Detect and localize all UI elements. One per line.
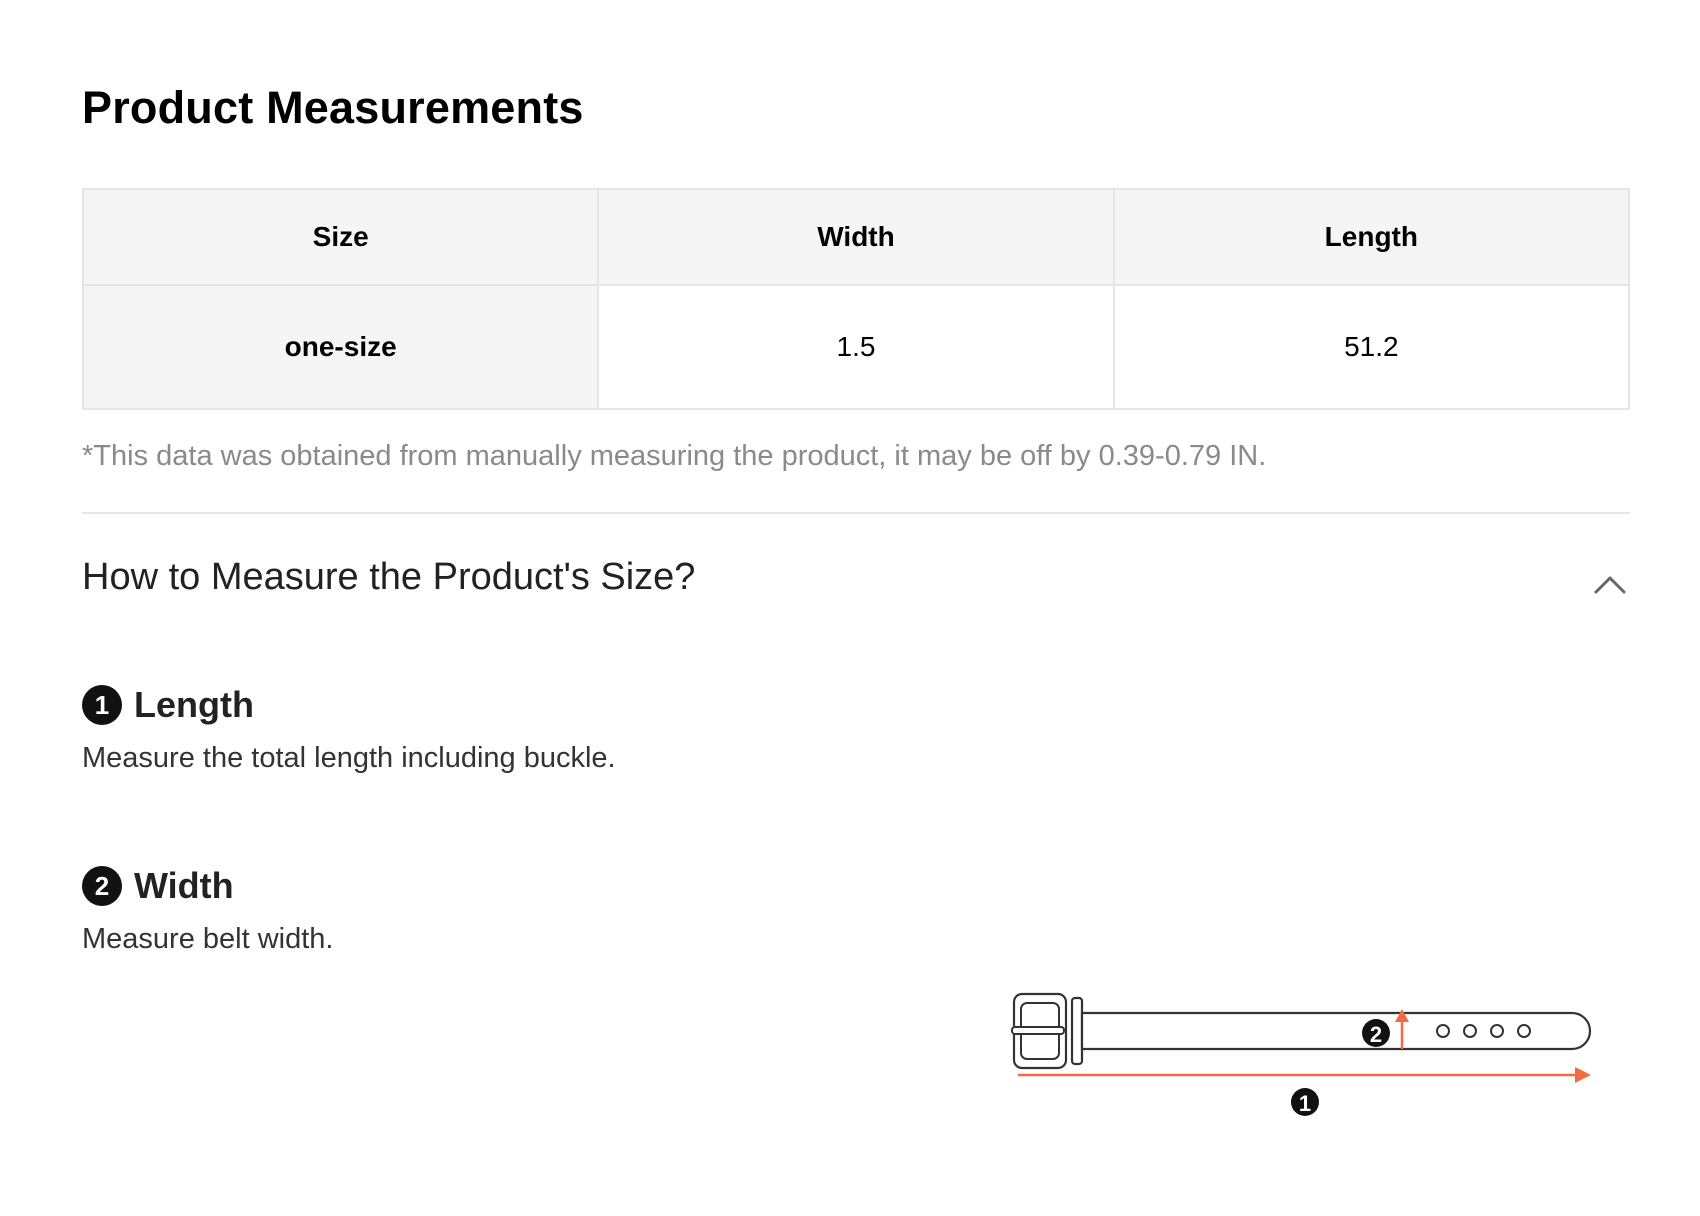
measure-item-length: 1 Length Measure the total length includ… <box>82 682 616 775</box>
measure-item-title: Length <box>134 684 254 725</box>
cell-length: 51.2 <box>1112 284 1631 410</box>
measurements-table: Size Width Length one-size 1.5 51.2 <box>81 188 1631 410</box>
product-measurements-page: Product Measurements Size Width Length o… <box>0 0 1700 1216</box>
measure-item-description: Measure belt width. <box>82 923 334 955</box>
header-size: Size <box>81 188 600 286</box>
header-length: Length <box>1112 188 1631 286</box>
header-width: Width <box>597 188 1115 286</box>
cell-size: one-size <box>81 284 600 410</box>
belt-hole <box>1517 1024 1531 1038</box>
measure-item-title: Width <box>134 865 234 906</box>
chevron-up-icon[interactable] <box>1590 566 1630 602</box>
belt-hole <box>1463 1024 1477 1038</box>
belt-hole <box>1490 1024 1504 1038</box>
width-marker-label: 2 <box>1370 1022 1382 1047</box>
belt-keeper <box>1070 996 1084 1066</box>
length-marker-label: 1 <box>1299 1091 1311 1116</box>
buckle-prong <box>1011 1026 1065 1035</box>
how-to-measure-title: How to Measure the Product's Size? <box>82 556 696 598</box>
measurement-disclaimer: *This data was obtained from manually me… <box>82 440 1267 472</box>
how-to-measure-header[interactable]: How to Measure the Product's Size? <box>82 556 1630 616</box>
measurements-table-container: Size Width Length one-size 1.5 51.2 <box>81 188 1631 410</box>
number-badge: 1 <box>82 685 122 725</box>
page-title: Product Measurements <box>82 82 584 133</box>
length-arrowhead <box>1575 1067 1591 1083</box>
belt-measurement-diagram: 2 1 <box>1011 992 1592 1116</box>
belt-strap <box>1080 1011 1592 1051</box>
measure-item-width: 2 Width Measure belt width. <box>82 863 333 956</box>
cell-width: 1.5 <box>597 284 1115 410</box>
number-badge: 2 <box>82 866 122 906</box>
section-divider <box>82 512 1630 514</box>
belt-hole <box>1436 1024 1450 1038</box>
measure-item-description: Measure the total length including buckl… <box>82 742 616 774</box>
table-header-row: Size Width Length <box>81 188 1631 286</box>
table-row: one-size 1.5 51.2 <box>81 284 1631 410</box>
